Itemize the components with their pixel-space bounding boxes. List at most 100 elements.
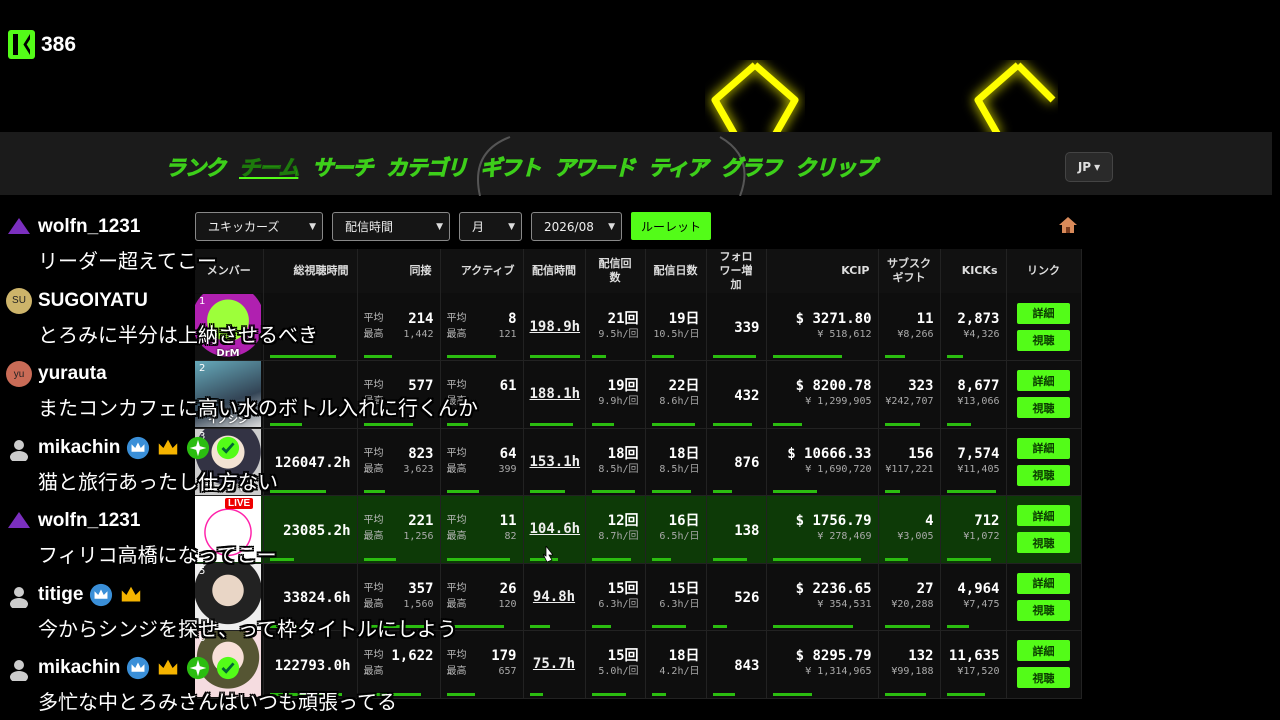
follower-cell: 432 [706,360,767,429]
sub-gift-yen: ¥99,188 [891,666,934,678]
link-cell: 詳細 視聴 [1006,630,1082,699]
progress-bar [591,692,626,696]
stream-days-cell: 18日 8.5h/日 [645,428,707,496]
detail-button[interactable]: 詳細 [1017,640,1070,662]
nav-item-6[interactable]: アワード [554,152,636,182]
stream-count: 12回 [607,513,639,530]
user-initials: yu [13,368,25,380]
progress-bar [591,625,611,628]
progress-bar [946,490,996,493]
roulette-button[interactable]: ルーレット [631,212,711,240]
kicks-cell: 2,873 ¥4,326 [940,293,1007,361]
nav-item-7[interactable]: ティア [648,152,709,182]
detail-button[interactable]: 詳細 [1017,572,1070,594]
stream-count-sub: 5.0h/回 [598,666,639,678]
kicks-value: 7,574 [957,445,1000,462]
watch-button[interactable]: 視聴 [1017,532,1070,554]
follower-growth: 138 [734,522,760,539]
stream-days-cell: 15日 6.3h/日 [645,563,707,631]
user-avatar-icon [6,582,32,608]
progress-bar [884,490,900,493]
kicks-yen: ¥1,072 [963,531,1000,543]
nav-item-2[interactable]: チーム [238,152,299,182]
stream-days-cell: 22日 8.6h/日 [645,360,707,429]
watch-button[interactable]: 視聴 [1017,599,1070,621]
chat-message: titige 今からシンジを探せ、って枠タイトルにしよう [0,580,560,654]
nav-item-4[interactable]: カテゴリ [386,152,468,182]
sub-gift-value: 11 [916,310,934,327]
column-header-7[interactable]: 配信日数 [645,249,707,293]
kcip-value: $ 3271.80 [795,310,872,327]
follower-growth: 526 [734,590,760,607]
kick-logo-icon [8,30,35,59]
chat-username: titige [38,583,84,605]
watch-button[interactable]: 視聴 [1017,397,1070,419]
kcip-value: $ 8295.79 [795,648,872,665]
top-nav: ランク チーム サーチ カテゴリ ギフト アワード ティア グラフ クリップ JP ▾ [0,132,1272,196]
progress-bar [712,557,747,561]
kcip-yen: ¥ 1,314,965 [805,666,872,678]
progress-bar [884,422,920,426]
sub-gift-cell: 323 ¥242,707 [878,360,941,429]
sub-gift-value: 323 [908,378,934,395]
chat-text: とろみに半分は上納させるべき [38,322,318,347]
follower-growth: 432 [734,387,760,404]
nav-item-1[interactable]: ランク [165,152,227,182]
kcip-value: $ 1756.79 [795,513,872,530]
stream-count-sub: 8.7h/回 [598,531,639,543]
progress-bar [946,692,985,696]
stream-count-sub: 8.5h/回 [598,463,639,475]
sub-gift-cell: 156 ¥117,221 [878,428,941,496]
sub-gift-cell: 27 ¥20,288 [878,563,941,631]
chat-username: yurauta [38,363,107,384]
column-header-6[interactable]: 配信回数 [585,249,646,293]
column-header-9[interactable]: KCIP [766,249,879,293]
kicks-cell: 11,635 ¥17,520 [940,630,1007,699]
stream-count: 21回 [607,310,639,327]
neon-decoration-right [958,60,1058,140]
watch-button[interactable]: 視聴 [1017,464,1070,486]
sub-gift-cell: 132 ¥99,188 [878,630,941,699]
detail-button[interactable]: 詳細 [1017,302,1070,324]
column-header-12[interactable]: リンク [1006,249,1082,293]
crown-gold-badge-icon [119,583,143,607]
detail-button[interactable]: 詳細 [1017,370,1070,392]
detail-button[interactable]: 詳細 [1017,437,1070,459]
detail-button[interactable]: 詳細 [1017,505,1070,527]
watch-button[interactable]: 視聴 [1017,667,1070,689]
stream-days: 18日 [668,648,700,665]
progress-bar [946,422,971,426]
nav-item-8[interactable]: グラフ [721,152,783,182]
chat-overlay: wolfn_1231 リーダー超えてこー SU SUGOIYATU とろみに半分は上納さ… [0,212,560,720]
kicks-cell: 7,574 ¥11,405 [940,428,1007,496]
link-cell: 詳細 視聴 [1006,293,1082,361]
progress-bar [712,692,735,696]
sub-gift-value: 132 [908,648,934,665]
sub-gift-value: 27 [916,580,934,597]
chat-text: 猫と旅行あったし仕方ない [38,469,278,494]
stream-days-sub: 10.5h/日 [653,328,700,340]
home-icon[interactable] [1058,216,1078,234]
stream-count-sub: 9.5h/回 [598,328,639,340]
kcip-value: $ 2236.65 [795,580,872,597]
watch-button[interactable]: 視聴 [1017,329,1070,351]
column-header-11[interactable]: KICKs [940,249,1007,293]
stream-count-cell: 12回 8.7h/回 [585,495,646,564]
nav-item-5[interactable]: ギフト [480,152,542,182]
follower-growth: 876 [734,455,760,472]
sub-gift-yen: ¥242,707 [885,396,934,408]
chat-message: wolfn_1231 フィリコ高橋になってこー [0,506,560,580]
column-header-10[interactable]: サブスク ギフト [878,249,941,293]
kicks-value: 11,635 [948,648,1000,665]
progress-bar [946,355,963,358]
kcip-value: $ 8200.78 [795,378,872,395]
nav-item-9[interactable]: クリップ [795,152,877,182]
chat-username: wolfn_1231 [38,510,141,531]
progress-bar [651,355,674,358]
kicks-cell: 8,677 ¥13,066 [940,360,1007,429]
column-header-8[interactable]: フォロワー増加 [706,249,767,293]
nav-item-3[interactable]: サーチ [312,152,374,182]
kicks-yen: ¥4,326 [963,328,1000,340]
language-select[interactable]: JP ▾ [1065,152,1113,182]
sub-gift-yen: ¥20,288 [891,598,934,610]
